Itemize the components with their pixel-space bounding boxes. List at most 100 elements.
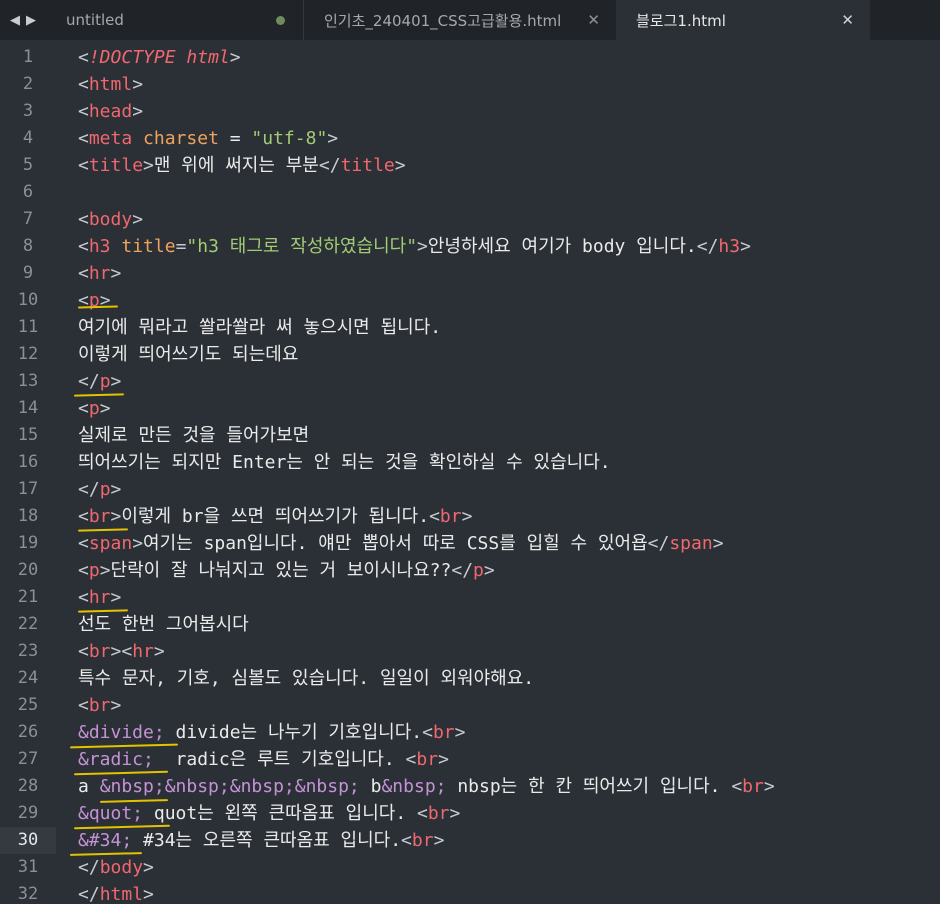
code-line[interactable]: 5 <title>맨 위에 써지는 부분</title> [0,152,940,179]
code-line[interactable]: 29 &quot; quot는 왼쪽 큰따옴표 입니다. <br> [0,800,940,827]
code-token: &divide; [78,722,165,743]
code-token: br [88,506,111,527]
code-token: br [88,695,111,716]
code-token: </ [318,155,341,176]
line-number: 6 [22,182,34,202]
code-token: radic은 루트 기호입니다. [153,749,406,770]
code-line[interactable]: 27 &radic; radic은 루트 기호입니다. <br> [0,746,940,773]
code-line[interactable]: 2 <html> [0,71,940,98]
code-token: hr [132,641,154,662]
code-token: < [78,506,89,527]
code-line[interactable]: 7 <body> [0,206,940,233]
triangle-right-icon[interactable]: ▶ [26,13,36,28]
line-number: 22 [17,614,39,634]
code-token: </ [451,560,474,581]
line-number: 24 [17,668,39,688]
code-line[interactable]: 4 <meta charset = "utf-8"> [0,125,940,152]
code-token: 선도 한번 그어봅시다 [78,614,249,635]
code-token: > [433,830,445,851]
code-line[interactable]: 28 a &nbsp;&nbsp;&nbsp;&nbsp; b&nbsp; nbs… [0,773,940,800]
code-line[interactable]: 9 <hr> [0,260,940,287]
line-number: 27 [17,749,39,769]
line-number: 11 [17,317,39,337]
line-number: 16 [17,452,39,472]
code-text: <hr> [78,260,121,287]
code-text: &divide; divide는 나누기 기호입니다.<br> [78,719,466,746]
code-line[interactable]: 23 <br><hr> [0,638,940,665]
code-token: &nbsp;&nbsp;&nbsp;&nbsp; [99,776,360,797]
code-line[interactable]: 8 <h3 title="h3 태그로 작성하였습니다">안녕하세요 여기가 bo… [0,233,940,260]
code-editor[interactable]: 1 <!DOCTYPE html> 2 <html> 3 <head> 4 <meta cha… [0,44,940,904]
code-token: 안녕하세요 여기가 body 입니다. [427,236,697,257]
code-token: br [411,830,434,851]
code-text: <p> [78,287,111,314]
close-icon[interactable]: ✕ [841,11,854,29]
code-line[interactable]: 16 띄어쓰기는 되지만 Enter는 안 되는 것을 확인하실 수 있습니다. [0,449,940,476]
code-line[interactable]: 14 <p> [0,395,940,422]
code-token: = [175,236,187,257]
code-text: <br><hr> [78,638,165,665]
code-token: h3 [88,236,111,257]
code-line[interactable]: 20 <p>단락이 잘 나눠지고 있는 거 보이시나요??</p> [0,557,940,584]
line-number: 20 [17,560,39,580]
code-token: nbsp는 한 칸 띄어쓰기 입니다. [446,776,732,797]
line-number: 28 [17,776,39,796]
code-token: < [78,155,89,176]
code-token: >< [110,641,133,662]
code-text: </p> [78,476,121,503]
code-token: h3 [718,236,741,257]
code-token: > [483,560,495,581]
code-token: hr [88,263,111,284]
tab-untitled[interactable]: untitled [46,0,304,40]
line-number: 18 [17,506,39,526]
code-token: p [88,398,100,419]
code-line[interactable]: 15 실제로 만든 것을 들어가보면 [0,422,940,449]
code-token: > [229,47,241,68]
close-icon[interactable]: ✕ [587,11,600,29]
code-token: > [110,479,122,500]
code-line[interactable]: 18 <br>이렇게 br을 쓰면 띄어쓰기가 됩니다.<br> [0,503,940,530]
code-line[interactable]: 25 <br> [0,692,940,719]
code-line[interactable]: 1 <!DOCTYPE html> [0,44,940,71]
code-line[interactable]: 19 <span>여기는 span입니다. 얘만 뽑아서 따로 CSS를 입힐 수… [0,530,940,557]
code-token: > [394,155,406,176]
modified-dot-icon[interactable] [276,15,285,25]
code-line[interactable]: 13 </p> [0,368,940,395]
code-token: a [78,776,100,797]
code-line[interactable]: 21 <hr> [0,584,940,611]
code-text: <br>이렇게 br을 쓰면 띄어쓰기가 됩니다.<br> [78,503,472,530]
code-line[interactable]: 6 [0,179,940,206]
code-token: > [132,74,144,95]
code-line[interactable]: 26 &divide; divide는 나누기 기호입니다.<br> [0,719,940,746]
code-line[interactable]: 31 </body> [0,854,940,881]
code-line[interactable]: 22 선도 한번 그어봅시다 [0,611,940,638]
code-text: <hr> [78,584,121,611]
code-text: <meta charset = "utf-8"> [78,125,338,152]
code-token: < [731,776,743,797]
code-line[interactable]: 17 </p> [0,476,940,503]
triangle-left-icon[interactable]: ◀ [10,13,20,28]
code-token: < [78,587,89,608]
tab-css-advanced[interactable]: 인기초_240401_CSS고급활용.html ✕ [304,0,616,40]
code-token: hr [88,587,111,608]
code-line[interactable]: 30 &#34; #34는 오른쪽 큰따옴표 입니다.<br> [0,827,940,854]
code-token: > [110,263,122,284]
code-token: "utf-8" [251,128,328,149]
code-line[interactable]: 24 특수 문자, 기호, 심볼도 있습니다. 일일이 외워야해요. [0,665,940,692]
code-line[interactable]: 3 <head> [0,98,940,125]
code-token: > [110,506,122,527]
code-token: > [454,722,466,743]
tab-blog1[interactable]: 블로그1.html ✕ [616,0,870,40]
code-line[interactable]: 11 여기에 뭐라고 쏼라쏼라 써 놓으시면 됩니다. [0,314,940,341]
code-token: </ [78,857,100,878]
code-text: </body> [78,854,154,881]
code-line[interactable]: 32 </html> [0,881,940,904]
code-line[interactable]: 10 <p> [0,287,940,314]
code-token: > [417,236,428,257]
code-line[interactable]: 12 이렇게 띄어쓰기도 되는데요 [0,341,940,368]
code-token: span [669,533,713,554]
code-token: > [461,506,473,527]
code-text: 이렇게 띄어쓰기도 되는데요 [78,341,298,368]
